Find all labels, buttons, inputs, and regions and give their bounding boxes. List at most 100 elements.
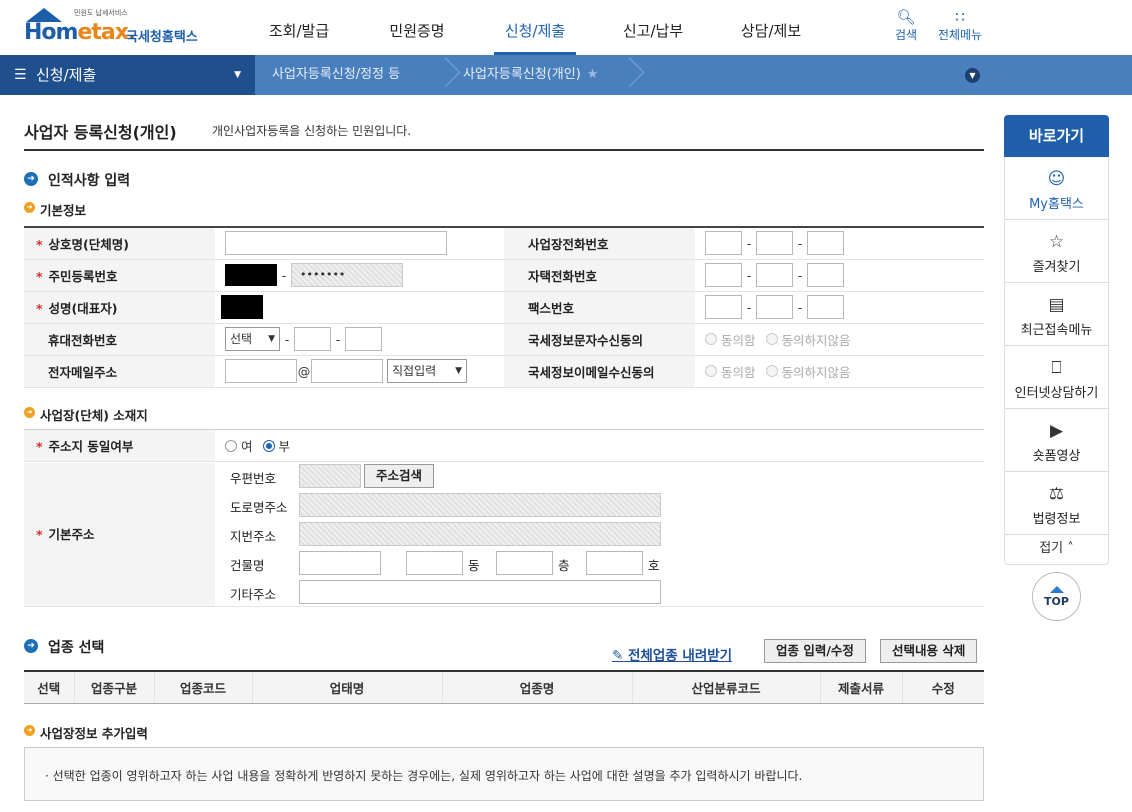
email-local-input[interactable] (225, 359, 297, 383)
label-email-agree: 국세정보이메일수신동의 (504, 355, 695, 388)
email-agree-radio[interactable] (705, 365, 717, 377)
arrow-circle-icon: ➜ (24, 172, 38, 186)
email-disagree-radio[interactable] (765, 365, 778, 377)
arrow-up-icon (1049, 586, 1064, 593)
grid-icon: ∷ (955, 8, 965, 26)
star-icon: ☆ (1048, 232, 1065, 252)
building-dong-input[interactable] (406, 551, 463, 575)
sidebar-item-my-hometax[interactable]: ☺ My홈택스 (1004, 157, 1109, 220)
col-select: 선택 (24, 671, 75, 704)
col-documents: 제출서류 (820, 671, 903, 704)
fax-3[interactable] (807, 295, 844, 319)
col-industry-type: 업종구분 (74, 671, 155, 704)
sidebar-item-law-info[interactable]: ⚖ 법령정보 (1004, 472, 1109, 535)
breadcrumb-level3[interactable]: 사업자등록신청(개인) ★ (463, 55, 598, 95)
sidebar-item-shortform-video[interactable]: ▶ 숏폼영상 (1004, 409, 1109, 472)
home-phone-1[interactable] (705, 263, 742, 287)
breadcrumb-level2[interactable]: 사업자등록신청/정정 등 (272, 55, 400, 95)
quick-menu-sidebar: 바로가기 ☺ My홈택스 ☆ 즐겨찾기 ▤ 최근접속메뉴 ⎕ 인터넷상담하기 ▶ 숏폼영상… (1004, 115, 1109, 565)
email-domain-select[interactable]: 직접입력 ▼ (386, 359, 467, 383)
star-icon[interactable]: ★ (587, 67, 599, 82)
page-title: 사업자 등록신청(개인) (24, 123, 177, 142)
gnb-menu-certificate[interactable]: 민원증명 (358, 0, 476, 55)
building-name-input[interactable] (299, 551, 381, 575)
play-icon: ▶ (1049, 421, 1064, 441)
address-search-button[interactable]: 주소검색 (364, 464, 435, 488)
same-address-yes-radio[interactable] (225, 439, 237, 452)
label-jibun-address: 지번주소 (230, 529, 277, 544)
road-address-input (299, 493, 661, 517)
subsection-extra-info: ➜ 사업장정보 추가입력 (24, 723, 148, 742)
global-nav: 조회/발급 민원증명 신청/제출 신고/납부 상담/제보 (240, 0, 830, 55)
bullet-icon: ➜ (24, 407, 35, 418)
label-fax: 팩스번호 (504, 291, 695, 324)
gnb-menu-report[interactable]: 신고/납부 (594, 0, 712, 55)
recent-search-icon: ▤ (1048, 295, 1065, 315)
biz-phone-3[interactable] (807, 231, 844, 256)
gnb-menu-counsel[interactable]: 상담/제보 (712, 0, 830, 55)
section-industry: ➜ 업종 선택 (24, 637, 104, 657)
search-button[interactable]: 🔍︎ 검색 (893, 8, 919, 43)
etc-address-input[interactable] (299, 580, 661, 604)
scroll-top-button[interactable]: TOP (1032, 572, 1081, 621)
section-personal-info: ➜ 인적사항 입력 (24, 170, 130, 190)
all-menu-button[interactable]: ∷ 전체메뉴 (935, 8, 985, 43)
biz-phone-1[interactable] (705, 231, 742, 256)
chevron-up-icon: ˄ (1067, 541, 1074, 556)
building-ho-input[interactable] (586, 551, 643, 575)
page-description: 개인사업자등록을 신청하는 민원입니다. (212, 124, 412, 138)
biz-phone-2[interactable] (756, 231, 793, 256)
mobile-2[interactable] (294, 327, 331, 351)
email-domain-input[interactable] (311, 359, 383, 383)
label-same-address: * 주소지 동일여부 (24, 429, 215, 462)
company-name-input[interactable] (225, 231, 447, 256)
col-business-type: 업태명 (252, 671, 443, 704)
sms-disagree-radio[interactable] (765, 333, 778, 345)
bullet-icon: ➜ (24, 202, 35, 213)
home-phone-3[interactable] (807, 263, 844, 287)
label-floor: 층 (558, 558, 570, 573)
arrow-circle-icon: ➜ (24, 639, 38, 653)
industry-table: 선택 업종구분 업종코드 업태명 업종명 산업분류코드 제출서류 수정 (24, 670, 984, 704)
same-address-no-radio[interactable] (262, 439, 275, 452)
mobile-prefix-select[interactable]: 선택 ▼ (225, 327, 280, 351)
industry-input-button[interactable]: 업종 입력/수정 (764, 639, 866, 663)
top-header: 민원도 납세서비스 Hometax. 국세청홈택스 조회/발급 민원증명 신청/… (0, 0, 1132, 55)
sidebar-item-favorites[interactable]: ☆ 즐겨찾기 (1004, 220, 1109, 283)
bullet-icon: ➜ (24, 725, 35, 736)
gnb-menu-inquiry[interactable]: 조회/발급 (240, 0, 358, 55)
label-dong: 동 (468, 558, 480, 573)
label-rrn: * 주민등록번호 (24, 259, 215, 292)
logo-korean: 국세청홈택스 (126, 30, 198, 45)
sidebar-item-online-counsel[interactable]: ⎕ 인터넷상담하기 (1004, 346, 1109, 409)
hometax-logo[interactable]: 민원도 납세서비스 Hometax. 국세청홈택스 (24, 8, 214, 48)
label-home-phone: 자택전화번호 (504, 259, 695, 292)
label-mobile: 휴대전화번호 (24, 323, 215, 356)
sidebar-item-recent[interactable]: ▤ 최근접속메뉴 (1004, 283, 1109, 346)
user-icon: ☺ (1047, 169, 1066, 189)
label-basic-address: * 기본주소 (24, 463, 215, 607)
col-edit: 수정 (902, 671, 984, 704)
building-floor-input[interactable] (496, 551, 553, 575)
menu-icon: ☰ (14, 67, 27, 83)
label-company: * 상호명(단체명) (24, 227, 215, 260)
gavel-icon: ⚖ (1048, 484, 1065, 504)
mobile-3[interactable] (345, 327, 382, 351)
gnb-menu-apply[interactable]: 신청/제출 (476, 0, 594, 55)
caret-down-icon: ▼ (234, 70, 241, 80)
home-phone-2[interactable] (756, 263, 793, 287)
location-table: * 주소지 동일여부 여부 (24, 429, 984, 462)
jibun-address-input (299, 522, 661, 546)
breadcrumb-section-select[interactable]: ☰ 신청/제출 ▼ (0, 55, 255, 95)
fax-2[interactable] (756, 295, 793, 319)
label-road-address: 도로명주소 (230, 500, 288, 515)
label-sms-agree: 국세정보문자수신동의 (504, 323, 695, 356)
fax-1[interactable] (705, 295, 742, 319)
industry-delete-button[interactable]: 선택내용 삭제 (880, 639, 978, 663)
download-all-industry-link[interactable]: ✎ 전체업종 내려받기 (612, 644, 732, 664)
sms-agree-radio[interactable] (705, 333, 717, 345)
col-industry-name: 업종명 (442, 671, 633, 704)
chevron-down-icon[interactable]: ▼ (965, 68, 980, 83)
sidebar-fold-button[interactable]: 접기 ˄ (1004, 535, 1109, 565)
quick-menu-title: 바로가기 (1004, 115, 1109, 157)
